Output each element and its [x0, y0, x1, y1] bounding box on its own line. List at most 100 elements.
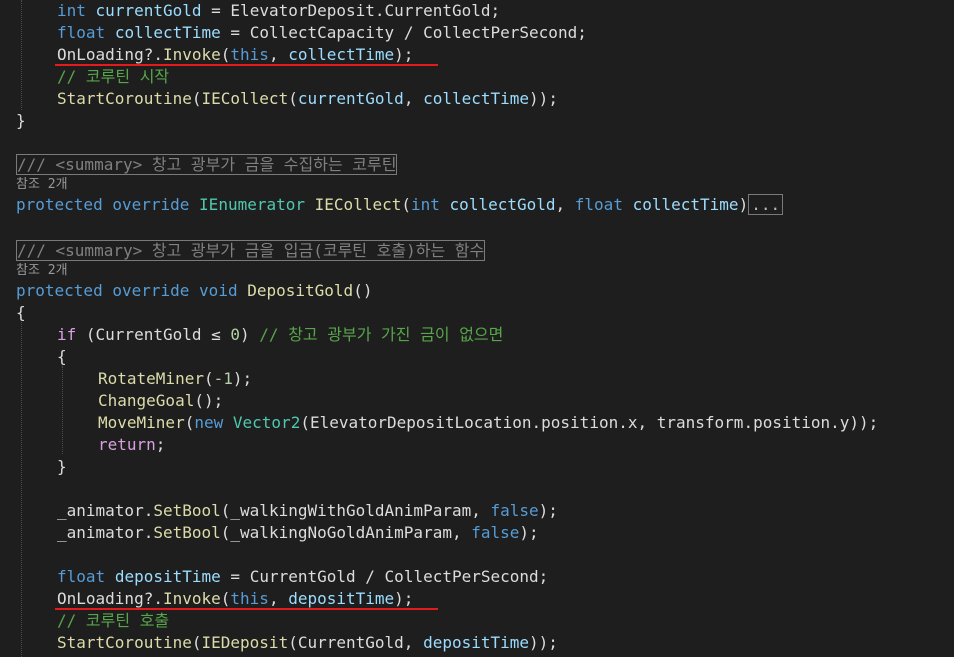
variable: collectTime: [288, 45, 395, 64]
punctuation: ));: [529, 633, 558, 652]
closing-brace[interactable]: }: [57, 456, 67, 478]
keyword: float: [574, 195, 623, 214]
method-signature[interactable]: protected override IEnumerator IECollect…: [16, 194, 784, 216]
indent-guide: [21, 322, 22, 657]
keyword: int: [411, 195, 440, 214]
arguments: (ElevatorDepositLocation.position.x, tra…: [300, 413, 879, 432]
variable: collectTime: [423, 89, 530, 108]
collapsed-doc-comment[interactable]: /// <summary> 창고 광부가 금을 입금(코루틴 호출)하는 함수: [16, 240, 486, 262]
keyword: this: [230, 45, 269, 64]
punctuation: (: [191, 633, 202, 652]
code-line[interactable]: _animator.SetBool(_walkingWithGoldAnimPa…: [57, 500, 558, 522]
opening-brace[interactable]: {: [16, 302, 26, 324]
punctuation: ,: [268, 45, 289, 64]
punctuation: ));: [529, 89, 558, 108]
punctuation: (: [220, 501, 231, 520]
keyword: void: [199, 281, 238, 300]
method-name: Invoke: [162, 45, 221, 64]
keyword: override: [112, 195, 190, 214]
closing-brace[interactable]: }: [16, 110, 26, 132]
variable: depositTime: [423, 633, 530, 652]
punctuation: );: [232, 369, 253, 388]
indent-guide: [62, 366, 63, 454]
field-name: _walkingWithGoldAnimParam: [230, 501, 472, 520]
null-conditional-operator: ?.: [143, 45, 163, 64]
parameter: collectTime: [632, 195, 739, 214]
code-line[interactable]: OnLoading?.Invoke(this, depositTime);: [57, 588, 413, 610]
code-line[interactable]: float depositTime = CurrentGold / Collec…: [57, 566, 548, 588]
punctuation: (: [220, 45, 231, 64]
punctuation: );: [394, 45, 414, 64]
method-name: RotateMiner: [98, 369, 204, 388]
code-line[interactable]: float collectTime = CollectCapacity / Co…: [57, 22, 587, 44]
punctuation: ,: [268, 589, 289, 608]
event-name: OnLoading: [57, 45, 144, 64]
parameter: collectGold: [449, 195, 556, 214]
keyword: float: [57, 23, 106, 42]
inline-comment: // 창고 광부가 가진 금이 없으면: [259, 325, 504, 344]
code-line[interactable]: return;: [98, 434, 165, 456]
code-line[interactable]: RotateMiner(-1);: [98, 368, 252, 390]
punctuation: (): [353, 281, 373, 300]
punctuation: ,: [555, 195, 575, 214]
code-lens-references[interactable]: 참조 2개: [16, 263, 68, 279]
null-conditional-operator: ?.: [143, 589, 163, 608]
method-name: StartCoroutine: [57, 633, 192, 652]
variable: collectTime: [114, 23, 221, 42]
method-name: IECollect: [314, 195, 402, 214]
keyword: false: [471, 523, 520, 542]
method-name: MoveMiner: [98, 413, 185, 432]
expression: CollectCapacity / CollectPerSecond;: [249, 23, 587, 42]
code-comment[interactable]: // 코루틴 호출: [57, 610, 169, 632]
operator: =: [220, 23, 250, 42]
code-line[interactable]: ChangeGoal();: [98, 390, 223, 412]
condition: (CurrentGold ≤: [76, 325, 231, 344]
type-name: IEnumerator: [199, 195, 306, 214]
variable: currentGold: [95, 1, 202, 20]
object-name: _animator.: [57, 501, 154, 520]
punctuation: ;: [155, 435, 166, 454]
control-keyword: if: [57, 325, 77, 344]
code-line[interactable]: OnLoading?.Invoke(this, collectTime);: [57, 44, 413, 66]
field-name: _walkingNoGoldAnimParam: [230, 523, 452, 542]
expression: ElevatorDeposit.CurrentGold;: [230, 1, 501, 20]
code-lens-references[interactable]: 참조 2개: [16, 177, 68, 193]
punctuation: (: [220, 589, 231, 608]
punctuation: (: [203, 369, 214, 388]
control-keyword: return: [98, 435, 156, 454]
code-line[interactable]: int currentGold = ElevatorDeposit.Curren…: [57, 0, 500, 22]
type-name: Vector2: [232, 413, 301, 432]
method-signature[interactable]: protected override void DepositGold(): [16, 280, 372, 302]
collapsed-doc-comment[interactable]: /// <summary> 창고 광부가 금을 수집하는 코루틴: [16, 154, 398, 176]
code-line[interactable]: StartCoroutine(IECollect(currentGold, co…: [57, 88, 558, 110]
opening-brace[interactable]: {: [57, 346, 67, 368]
method-name: StartCoroutine: [57, 89, 192, 108]
doc-summary-box[interactable]: /// <summary> 창고 광부가 금을 수집하는 코루틴: [16, 154, 398, 175]
number-literal: -1: [213, 369, 233, 388]
expression: CurrentGold / CollectPerSecond;: [249, 567, 549, 586]
punctuation: ();: [194, 391, 224, 410]
doc-summary-box[interactable]: /// <summary> 창고 광부가 금을 입금(코루틴 호출)하는 함수: [16, 240, 486, 261]
method-name: SetBool: [153, 501, 221, 520]
code-line[interactable]: _animator.SetBool(_walkingNoGoldAnimPara…: [57, 522, 539, 544]
method-name: Invoke: [162, 589, 221, 608]
punctuation: (: [184, 413, 195, 432]
method-name: DepositGold: [247, 281, 354, 300]
punctuation: (: [401, 195, 411, 214]
code-comment[interactable]: // 코루틴 시작: [57, 66, 169, 88]
punctuation: (: [220, 523, 231, 542]
event-name: OnLoading: [57, 589, 144, 608]
code-editor[interactable]: int currentGold = ElevatorDeposit.Curren…: [0, 0, 954, 657]
punctuation: (: [288, 89, 298, 108]
object-name: _animator.: [57, 523, 154, 542]
arguments: (CurrentGold,: [288, 633, 424, 652]
punctuation: ): [738, 195, 749, 214]
keyword: this: [230, 589, 269, 608]
keyword: new: [194, 413, 224, 432]
code-line[interactable]: StartCoroutine(IEDeposit(CurrentGold, de…: [57, 632, 558, 654]
code-line[interactable]: if (CurrentGold ≤ 0) // 창고 광부가 가진 금이 없으면: [57, 324, 503, 346]
collapsed-region-ellipsis[interactable]: ...: [748, 194, 784, 215]
code-line[interactable]: MoveMiner(new Vector2(ElevatorDepositLoc…: [98, 412, 878, 434]
keyword: protected: [16, 195, 103, 214]
method-name: IEDeposit: [201, 633, 289, 652]
